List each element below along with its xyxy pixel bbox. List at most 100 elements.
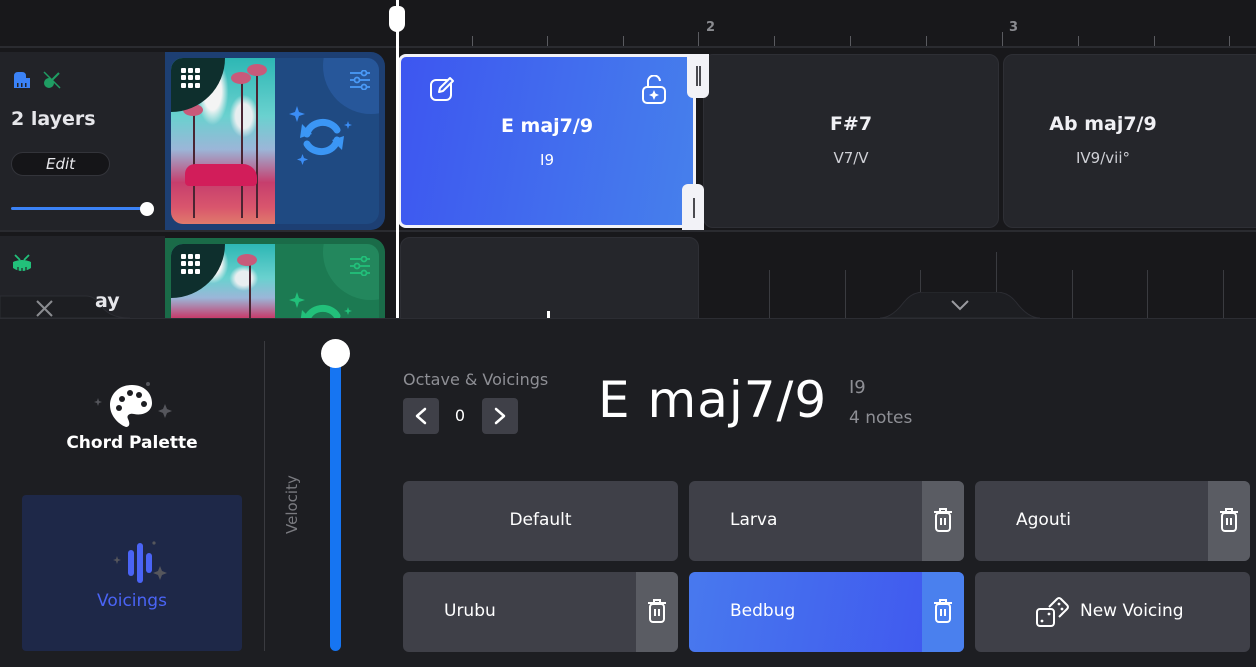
collapse-panel-tab[interactable] bbox=[880, 292, 1040, 318]
new-voicing-label: New Voicing bbox=[1080, 601, 1184, 621]
palm-leaves bbox=[247, 64, 267, 76]
divider bbox=[264, 341, 265, 651]
grid-line bbox=[1147, 270, 1148, 318]
voicings-tab-label: Voicings bbox=[97, 591, 167, 611]
octave-down-button[interactable] bbox=[403, 398, 439, 434]
grid-icon[interactable] bbox=[181, 68, 201, 88]
ruler-tick bbox=[1229, 36, 1230, 46]
voicings-icon bbox=[113, 541, 167, 583]
empty-chord-slot[interactable] bbox=[400, 237, 699, 327]
delete-voicing-button[interactable] bbox=[1208, 481, 1250, 561]
ruler-tick bbox=[774, 36, 775, 46]
palette-icon bbox=[94, 382, 172, 427]
voicing-label: Larva bbox=[730, 510, 778, 530]
grid-line bbox=[1072, 270, 1073, 318]
chord-palette-title[interactable]: Chord Palette bbox=[0, 433, 264, 453]
delete-voicing-button[interactable] bbox=[636, 572, 678, 652]
ruler-tick bbox=[926, 36, 927, 46]
chord-name: F#7 bbox=[829, 113, 873, 135]
voicing-label: Bedbug bbox=[730, 601, 796, 621]
car-image bbox=[185, 164, 257, 186]
grip-line bbox=[699, 66, 701, 86]
chord-block-selected[interactable]: E maj7/9 I9 bbox=[398, 54, 696, 228]
voicing-label: Agouti bbox=[1016, 510, 1071, 530]
voicings-tab[interactable]: Voicings bbox=[22, 495, 242, 651]
grid-icon[interactable] bbox=[181, 254, 201, 274]
drum-icon[interactable] bbox=[12, 254, 32, 274]
ruler-tick bbox=[623, 36, 624, 46]
ruler-tick bbox=[698, 32, 699, 46]
octave-label: Octave & Voicings bbox=[403, 370, 549, 389]
delete-voicing-button[interactable] bbox=[922, 572, 964, 652]
cover-artwork bbox=[171, 244, 275, 322]
voicing-button-larva[interactable]: Larva bbox=[689, 481, 964, 561]
track-volume-slider[interactable] bbox=[11, 202, 154, 216]
volume-thumb[interactable] bbox=[140, 202, 154, 216]
volume-track bbox=[11, 207, 145, 210]
chevron-right-icon bbox=[494, 407, 506, 425]
current-chord-note-count: 4 notes bbox=[849, 408, 913, 428]
octave-value: 0 bbox=[454, 406, 466, 425]
delete-voicing-button[interactable] bbox=[922, 481, 964, 561]
current-chord-roman: I9 bbox=[849, 377, 866, 398]
playhead-handle[interactable] bbox=[389, 6, 405, 32]
settings-sliders-icon[interactable] bbox=[349, 256, 371, 276]
ruler-tick bbox=[1154, 36, 1155, 46]
grid-corner bbox=[171, 58, 225, 112]
ruler-tick bbox=[1078, 36, 1079, 46]
ruler-tick bbox=[472, 36, 473, 46]
voicing-button-bedbug[interactable]: Bedbug bbox=[689, 572, 964, 652]
velocity-thumb[interactable] bbox=[321, 339, 350, 368]
instrument-card[interactable] bbox=[165, 52, 385, 230]
track-name: ay bbox=[95, 290, 120, 312]
playhead bbox=[396, 0, 399, 318]
voicing-button-default[interactable]: Default bbox=[403, 481, 678, 561]
resize-handle-bottom[interactable] bbox=[682, 184, 704, 230]
chord-block[interactable]: Ab maj7/9 IV9/vii° bbox=[1003, 54, 1256, 228]
chord-app: 2 3 2 layers Edit ay E maj7/9 I9 F#7 V7/… bbox=[0, 0, 1256, 667]
new-voicing-button[interactable]: New Voicing bbox=[975, 572, 1250, 652]
chord-block[interactable]: F#7 V7/V bbox=[703, 54, 999, 228]
chord-roman: I9 bbox=[540, 151, 554, 169]
bar-number: 3 bbox=[1009, 20, 1019, 35]
refresh-icon[interactable] bbox=[285, 100, 355, 170]
ruler-tick bbox=[547, 36, 548, 46]
ruler-tick bbox=[1002, 32, 1003, 46]
octave-up-button[interactable] bbox=[482, 398, 518, 434]
grid-line bbox=[769, 270, 770, 318]
guitar-muted-icon[interactable] bbox=[42, 70, 62, 90]
grip-line bbox=[693, 198, 695, 218]
grid-line bbox=[845, 270, 846, 318]
velocity-label: Velocity bbox=[283, 475, 301, 534]
edit-icon[interactable] bbox=[428, 75, 456, 103]
palm-leaves bbox=[237, 254, 257, 266]
settings-sliders-icon[interactable] bbox=[349, 70, 371, 90]
palm-tree bbox=[256, 68, 258, 218]
trash-icon bbox=[934, 508, 952, 532]
chevron-left-icon bbox=[415, 407, 427, 425]
refresh-icon[interactable] bbox=[285, 286, 355, 322]
track-header: 2 layers Edit bbox=[0, 52, 165, 230]
chord-name: Ab maj7/9 bbox=[1049, 113, 1157, 135]
chord-roman: V7/V bbox=[833, 149, 869, 167]
timeline-ruler[interactable]: 2 3 bbox=[0, 0, 1256, 48]
voicing-button-agouti[interactable]: Agouti bbox=[975, 481, 1250, 561]
edit-layers-button[interactable]: Edit bbox=[11, 152, 110, 176]
cover-artwork bbox=[171, 58, 275, 224]
voicing-label: Urubu bbox=[444, 601, 496, 621]
instrument-card[interactable] bbox=[165, 238, 385, 322]
palm-tree bbox=[193, 108, 195, 218]
unlock-icon[interactable] bbox=[640, 75, 668, 105]
velocity-slider[interactable] bbox=[330, 349, 341, 651]
voicing-label: Default bbox=[509, 510, 572, 530]
bar-number: 2 bbox=[706, 20, 716, 35]
dice-icon bbox=[1036, 597, 1069, 627]
trash-icon bbox=[934, 599, 952, 623]
chord-detail-panel: Chord Palette Voicings Velocity Octave &… bbox=[0, 318, 1256, 667]
trash-icon bbox=[648, 599, 666, 623]
track-name: 2 layers bbox=[11, 108, 96, 130]
piano-icon[interactable] bbox=[12, 70, 32, 90]
voicing-button-urubu[interactable]: Urubu bbox=[403, 572, 678, 652]
palm-leaves bbox=[231, 72, 251, 84]
resize-handle-top[interactable] bbox=[687, 54, 709, 98]
